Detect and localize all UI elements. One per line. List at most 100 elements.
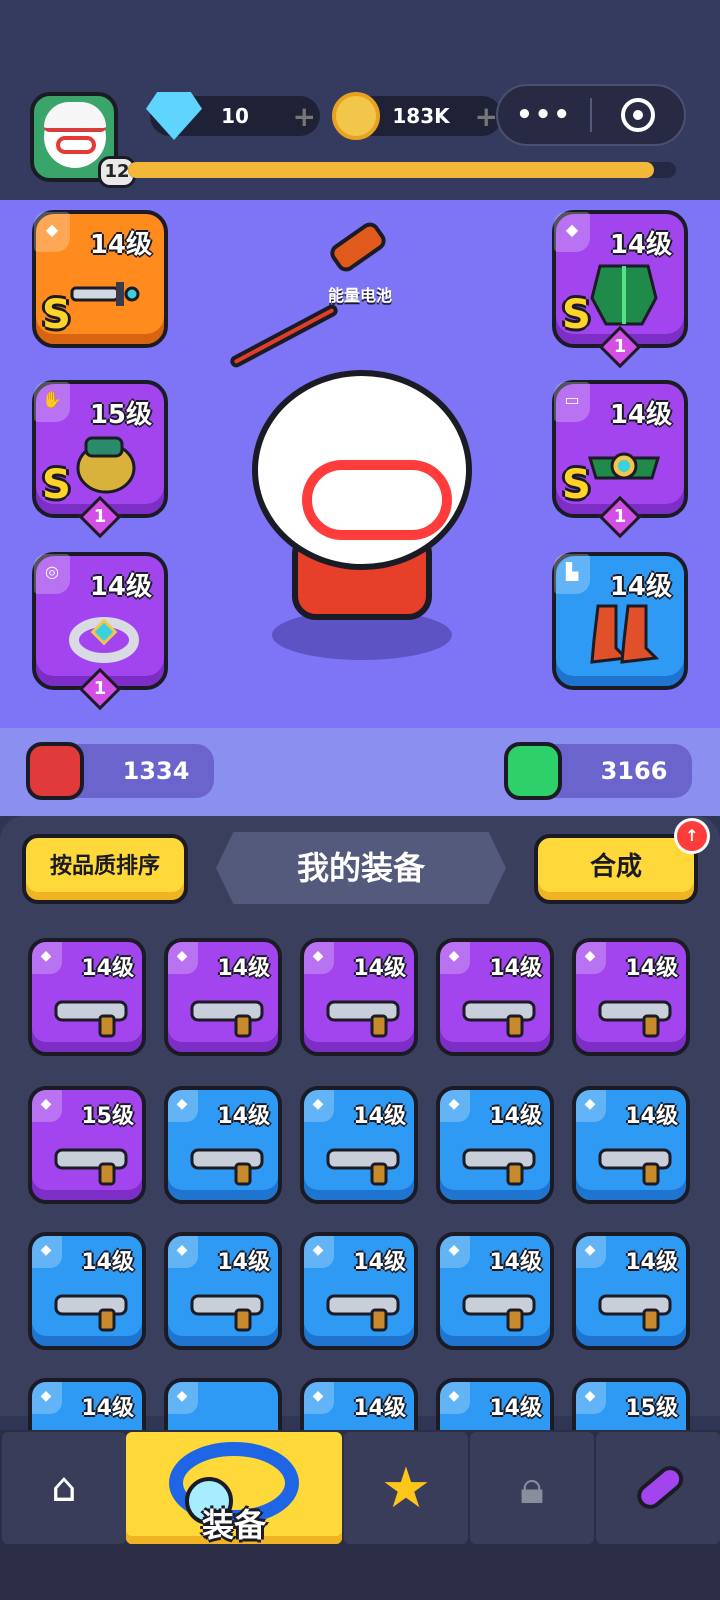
slot-rarity: S <box>42 292 71 338</box>
slot-level: 14级 <box>609 400 672 430</box>
sort-by-quality-button[interactable]: 按品质排序 <box>22 834 188 904</box>
add-coins-button[interactable]: + <box>475 100 498 133</box>
item-type-icon: ◆ <box>576 1382 606 1414</box>
item-level: 14级 <box>81 956 134 981</box>
item-level: 14级 <box>489 1396 542 1421</box>
avatar-glasses <box>56 136 96 154</box>
inventory-item[interactable]: ◆ 14级 <box>572 938 690 1056</box>
glove-icon: ✋ <box>34 382 70 422</box>
nav-locked-button[interactable]: 🔒︎ <box>470 1432 594 1544</box>
item-art-icon <box>598 1148 672 1186</box>
inventory-item[interactable]: ◆ 14级 <box>572 1086 690 1204</box>
item-art-icon <box>190 1000 264 1038</box>
shop-house-icon: ⌂ <box>51 1465 77 1511</box>
nav-pill-button[interactable] <box>596 1432 720 1544</box>
inventory-item[interactable]: ◆ 14级 <box>436 938 554 1056</box>
equipped-armor-slot[interactable]: ◆ 14级 S 1 <box>552 210 688 369</box>
inventory-item[interactable]: ◆ 14级 <box>164 938 282 1056</box>
energy-battery-label: 能量电池 <box>327 286 392 305</box>
item-type-icon: ◆ <box>576 942 606 974</box>
slot-star-count: 1 <box>613 506 627 527</box>
belt-icon: ▭ <box>554 382 590 422</box>
item-art-icon <box>54 1000 128 1038</box>
item-type-icon: ◆ <box>168 1382 198 1414</box>
hero-character <box>228 302 492 660</box>
dagger-icon <box>70 282 140 306</box>
item-art-icon <box>54 1294 128 1332</box>
inventory-item[interactable]: ◆ 14级 <box>572 1232 690 1350</box>
merge-button[interactable]: 合成 <box>534 834 698 904</box>
inventory-item[interactable]: ◆ 14级 <box>164 1086 282 1204</box>
emerald-belt-icon <box>587 452 661 480</box>
item-art-icon <box>190 1294 264 1332</box>
sword-icon <box>26 742 84 800</box>
item-type-icon: ◆ <box>576 1236 606 1268</box>
inventory-item[interactable]: ◆ 14级 <box>300 938 418 1056</box>
equipped-gloves-slot[interactable]: ✋ 15级 S 1 <box>32 380 168 539</box>
item-level: 14级 <box>625 1104 678 1129</box>
xp-progress-fill <box>128 162 655 178</box>
attack-stat: 1334 <box>26 742 214 800</box>
mini-program-capsule: ••• <box>496 84 686 146</box>
inventory-item[interactable]: ◆ 14级 <box>164 1232 282 1350</box>
item-type-icon: ◆ <box>440 942 470 974</box>
item-art-icon <box>190 1148 264 1186</box>
coin-icon <box>332 92 380 140</box>
item-level: 14级 <box>489 1104 542 1129</box>
slot-level: 14级 <box>89 230 152 260</box>
item-level: 14级 <box>353 1104 406 1129</box>
more-menu-button[interactable]: ••• <box>498 100 590 130</box>
slot-level: 15级 <box>89 400 152 430</box>
item-type-icon: ◆ <box>32 1236 62 1268</box>
item-art-icon <box>462 1000 536 1038</box>
item-level: 14级 <box>81 1396 134 1421</box>
avatar-hat <box>44 102 106 132</box>
item-art-icon <box>326 1000 400 1038</box>
item-level: 14级 <box>625 1250 678 1275</box>
inventory-item[interactable]: ◆ 15级 <box>28 1086 146 1204</box>
item-level: 14级 <box>489 1250 542 1275</box>
inventory-item[interactable]: ◆ 14级 <box>300 1086 418 1204</box>
heart-icon <box>504 742 562 800</box>
inventory-item[interactable]: ◆ 14级 <box>28 1232 146 1350</box>
add-gems-button[interactable]: + <box>293 100 316 133</box>
energy-battery-button[interactable] <box>318 218 398 278</box>
item-type-icon: ◆ <box>304 1090 334 1122</box>
nav-equipment-label: 装备 <box>201 1506 266 1544</box>
inventory-item[interactable]: ◆ 14级 <box>28 938 146 1056</box>
inventory-item[interactable]: ◆ 14级 <box>436 1086 554 1204</box>
item-art-icon <box>598 1294 672 1332</box>
ring-icon: ◎ <box>34 554 70 594</box>
equipped-boots-slot[interactable]: ▙ 14级 <box>552 552 688 690</box>
item-level: 14级 <box>625 956 678 981</box>
nav-skills-button[interactable]: ★ <box>344 1432 468 1544</box>
item-type-icon: ◆ <box>168 1236 198 1268</box>
item-type-icon: ◆ <box>304 1236 334 1268</box>
item-level: 14级 <box>353 1250 406 1275</box>
slot-rarity: S <box>42 462 71 508</box>
item-level: 14级 <box>489 956 542 981</box>
battery-icon <box>326 218 390 276</box>
item-art-icon <box>462 1294 536 1332</box>
item-type-icon: ◆ <box>440 1382 470 1414</box>
inventory-item[interactable]: ◆ 14级 <box>436 1232 554 1350</box>
nav-shop-button[interactable]: ⌂ <box>2 1432 126 1544</box>
equipped-weapon-slot[interactable]: ◆ 14级 S <box>32 210 168 348</box>
item-level: 14级 <box>353 1396 406 1421</box>
close-target-button[interactable] <box>592 98 684 132</box>
inventory-item[interactable]: ◆ 14级 <box>300 1232 418 1350</box>
item-type-icon: ◆ <box>304 942 334 974</box>
item-type-icon: ◆ <box>168 1090 198 1122</box>
inventory-title: 我的装备 <box>216 832 506 904</box>
merge-notice-badge: ↑ <box>674 818 710 854</box>
item-art-icon <box>462 1148 536 1186</box>
item-level: 14级 <box>217 1250 270 1275</box>
hero-mask <box>302 460 452 540</box>
item-type-icon: ◆ <box>440 1236 470 1268</box>
equipped-belt-slot[interactable]: ▭ 14级 S 1 <box>552 380 688 539</box>
equipped-ring-slot[interactable]: ◎ 14级 1 <box>32 552 168 711</box>
item-type-icon: ◆ <box>576 1090 606 1122</box>
health-stat: 3166 <box>504 742 692 800</box>
item-level: 15级 <box>81 1104 134 1129</box>
item-type-icon: ◆ <box>32 1090 62 1122</box>
